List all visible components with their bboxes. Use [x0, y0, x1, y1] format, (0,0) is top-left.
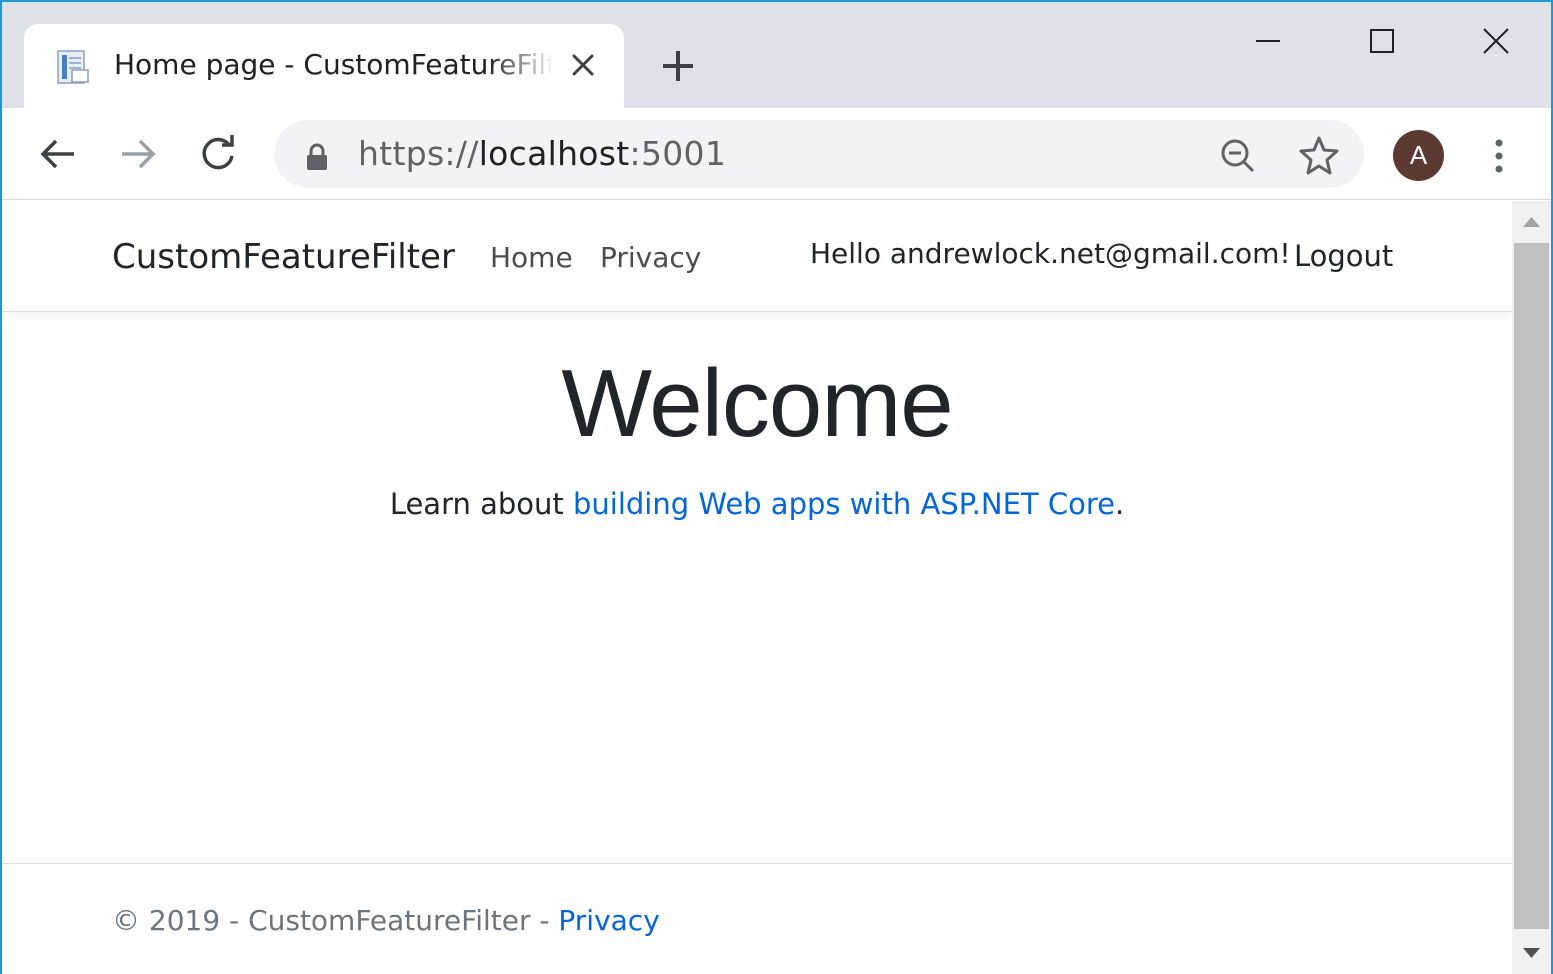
scroll-up-arrow-icon[interactable]: [1512, 201, 1551, 241]
zoom-out-icon[interactable]: [1218, 136, 1258, 176]
learn-paragraph: Learn about building Web apps with ASP.N…: [2, 487, 1512, 521]
browser-window: Home page - CustomFeatureFilter https://…: [0, 0, 1553, 974]
document-icon: [57, 50, 89, 84]
bookmark-star-icon[interactable]: [1298, 134, 1340, 176]
footer-text: © 2019 - CustomFeatureFilter - Privacy: [112, 904, 660, 937]
learn-prefix: Learn about: [389, 487, 573, 521]
browser-tab[interactable]: Home page - CustomFeatureFilter: [24, 24, 624, 110]
page-viewport: CustomFeatureFilter Home Privacy Hello a…: [2, 201, 1512, 974]
back-arrow-icon[interactable]: [36, 132, 80, 176]
url-text[interactable]: https://localhost:5001: [358, 134, 726, 173]
forward-arrow-icon[interactable]: [116, 132, 160, 176]
scroll-down-arrow-icon[interactable]: [1512, 934, 1551, 974]
aspnet-docs-link[interactable]: building Web apps with ASP.NET Core: [573, 487, 1115, 521]
site-brand[interactable]: CustomFeatureFilter: [112, 237, 455, 277]
page-title: Welcome: [561, 350, 953, 457]
window-close-icon[interactable]: [1466, 16, 1526, 66]
url-host: localhost: [478, 134, 630, 173]
scrollbar-thumb[interactable]: [1514, 243, 1549, 929]
user-greeting: Hello andrewlock.net@gmail.com!: [810, 237, 1291, 270]
browser-toolbar: https://localhost:5001 A: [2, 108, 1551, 200]
tab-strip: Home page - CustomFeatureFilter: [2, 2, 1551, 110]
nav-link-privacy[interactable]: Privacy: [600, 241, 701, 274]
tab-title: Home page - CustomFeatureFilter: [114, 48, 554, 81]
minimize-icon[interactable]: [1238, 16, 1298, 66]
url-scheme: https://: [358, 134, 479, 173]
site-navbar: CustomFeatureFilter Home Privacy Hello a…: [2, 201, 1512, 312]
nav-link-home[interactable]: Home: [490, 241, 573, 274]
reload-icon[interactable]: [196, 132, 240, 176]
lock-icon[interactable]: [304, 142, 330, 172]
kebab-menu-icon[interactable]: [1480, 134, 1518, 178]
maximize-icon[interactable]: [1352, 16, 1412, 66]
profile-avatar[interactable]: A: [1393, 130, 1444, 181]
address-bar[interactable]: https://localhost:5001: [274, 120, 1364, 188]
vertical-scrollbar[interactable]: [1512, 201, 1551, 974]
close-icon[interactable]: [570, 52, 596, 78]
logout-button[interactable]: Logout: [1294, 239, 1393, 273]
new-tab-icon[interactable]: [658, 46, 698, 86]
footer-privacy-link[interactable]: Privacy: [558, 904, 659, 937]
url-port: :5001: [629, 134, 727, 173]
footer-copyright: © 2019 - CustomFeatureFilter -: [112, 904, 559, 937]
learn-suffix: .: [1114, 487, 1125, 521]
site-footer: © 2019 - CustomFeatureFilter - Privacy: [2, 863, 1512, 974]
